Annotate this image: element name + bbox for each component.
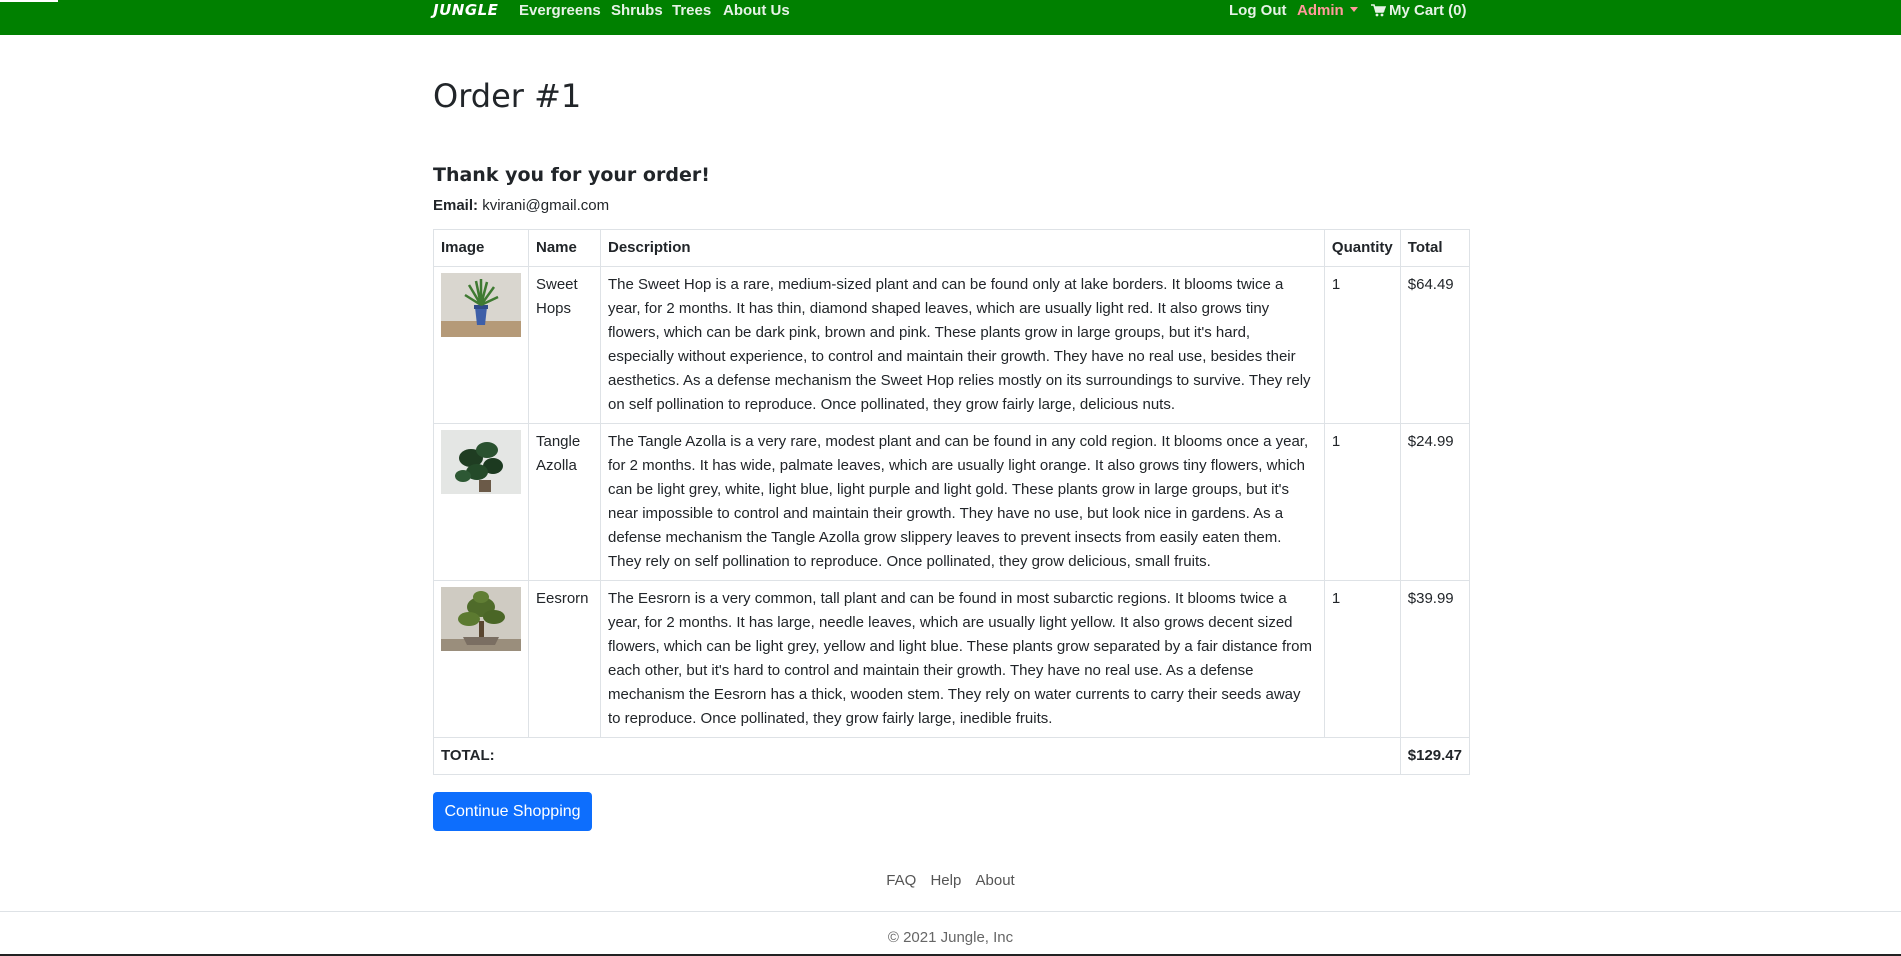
cart-link[interactable]: My Cart (0) <box>1371 1 1467 21</box>
row-total: $39.99 <box>1399 580 1471 738</box>
total-label: TOTAL: <box>433 737 1401 775</box>
row-quantity: 1 <box>1323 580 1401 738</box>
nav-link-about-us[interactable]: About Us <box>723 1 790 21</box>
footer-link-faq[interactable]: FAQ <box>886 872 916 889</box>
email-value: kvirani@gmail.com <box>482 197 610 214</box>
header-image: Image <box>433 229 529 267</box>
header-total: Total <box>1399 229 1471 267</box>
row-quantity: 1 <box>1323 423 1401 581</box>
grand-total: $129.47 <box>1399 737 1471 775</box>
row-name: Tangle Azolla <box>528 423 601 581</box>
email-label: Email: <box>433 197 479 214</box>
row-image-cell <box>433 266 529 424</box>
order-email: Email: kvirani@gmail.com <box>433 196 609 216</box>
thank-you-message: Thank you for your order! <box>433 164 710 186</box>
row-quantity: 1 <box>1323 266 1401 424</box>
row-total: $24.99 <box>1399 423 1471 581</box>
cart-label: My Cart (0) <box>1389 2 1467 19</box>
top-navbar: JUNGLE Evergreens Shrubs Trees About Us … <box>0 0 1901 35</box>
row-description: The Sweet Hop is a rare, medium-sized pl… <box>600 266 1325 424</box>
order-table: Image Name Description Quantity Total Sw… <box>433 229 1471 775</box>
nav-link-trees[interactable]: Trees <box>672 1 711 21</box>
table-row: Sweet Hops The Sweet Hop is a rare, medi… <box>433 266 1471 424</box>
table-total-row: TOTAL: $129.47 <box>433 737 1471 775</box>
header-name: Name <box>528 229 601 267</box>
table-row: Tangle Azolla The Tangle Azolla is a ver… <box>433 423 1471 581</box>
row-description: The Eesrorn is a very common, tall plant… <box>600 580 1325 738</box>
row-image-cell <box>433 580 529 738</box>
table-header-row: Image Name Description Quantity Total <box>433 229 1471 267</box>
continue-shopping-button[interactable]: Continue Shopping <box>433 792 592 831</box>
caret-down-icon <box>1349 7 1358 12</box>
logout-link[interactable]: Log Out <box>1229 1 1286 21</box>
shopping-cart-icon <box>1371 4 1386 17</box>
footer-link-help[interactable]: Help <box>930 872 961 889</box>
page-title: Order #1 <box>433 77 582 115</box>
header-quantity: Quantity <box>1323 229 1401 267</box>
footer-link-about[interactable]: About <box>976 872 1015 889</box>
nav-link-evergreens[interactable]: Evergreens <box>519 1 601 21</box>
leafy-plant-photo <box>441 430 521 494</box>
row-description: The Tangle Azolla is a very rare, modest… <box>600 423 1325 581</box>
header-description: Description <box>600 229 1325 267</box>
copyright-text: © 2021 Jungle, Inc <box>887 929 1014 946</box>
potted-plant-photo <box>441 273 521 337</box>
brand-logo[interactable]: JUNGLE <box>433 0 498 20</box>
bonsai-tree-photo <box>441 587 521 651</box>
admin-label: Admin <box>1297 2 1344 19</box>
footer-divider <box>0 911 1901 912</box>
admin-dropdown[interactable]: Admin <box>1297 1 1358 21</box>
row-image-cell <box>433 423 529 581</box>
navbar-edge-tab <box>0 0 58 2</box>
row-name: Eesrorn <box>528 580 601 738</box>
footer-links: FAQ Help About <box>0 871 1901 891</box>
row-total: $64.49 <box>1399 266 1471 424</box>
row-name: Sweet Hops <box>528 266 601 424</box>
nav-link-shrubs[interactable]: Shrubs <box>611 1 663 21</box>
table-row: Eesrorn The Eesrorn is a very common, ta… <box>433 580 1471 738</box>
